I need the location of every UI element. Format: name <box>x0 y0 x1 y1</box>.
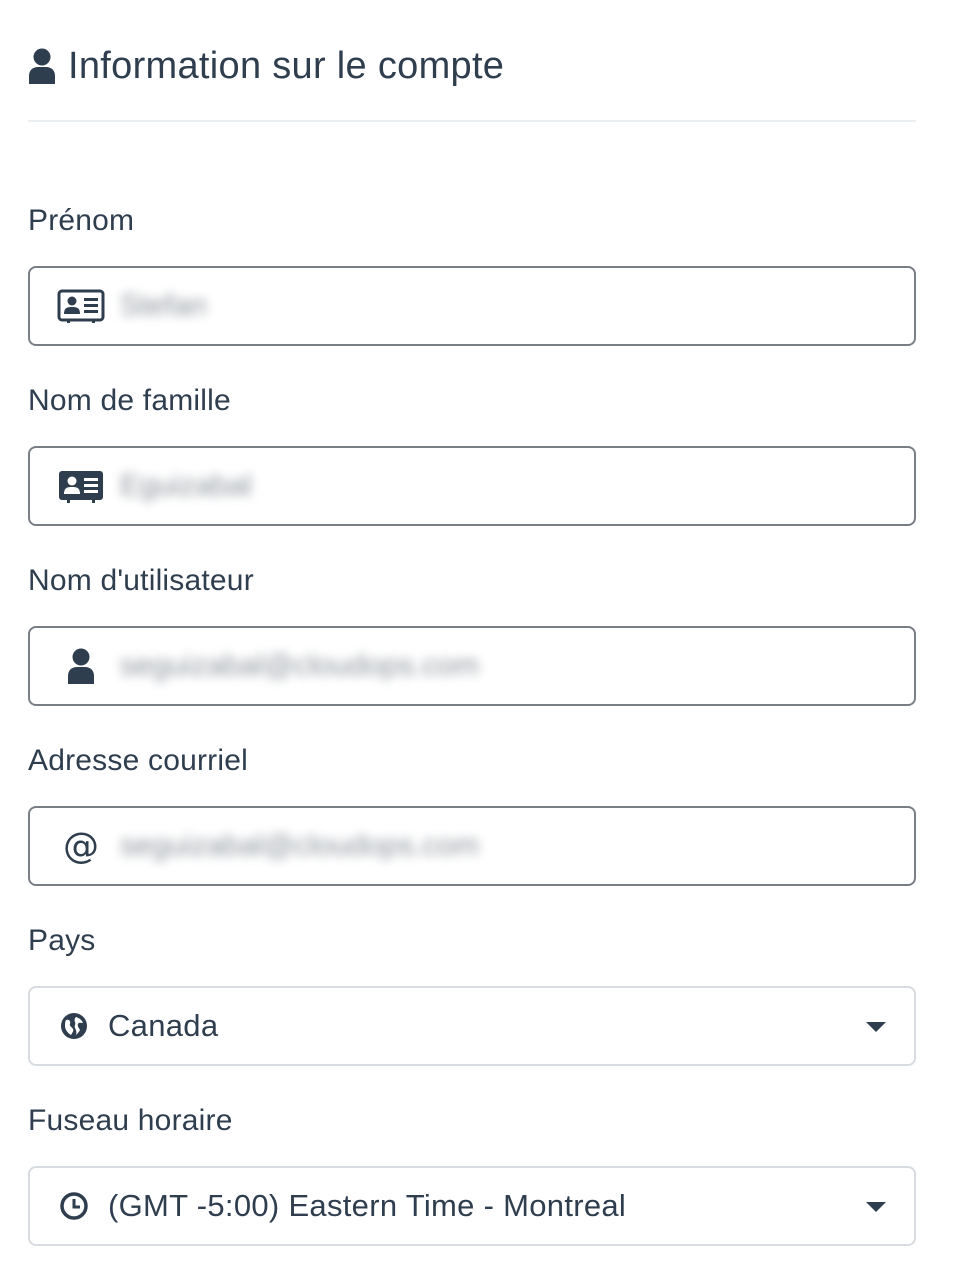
first-name-field[interactable]: Stefan <box>28 266 916 346</box>
username-field[interactable]: seguizabal@cloudops.com <box>28 626 916 706</box>
section-header: Information sur le compte <box>28 36 916 96</box>
username-label: Nom d'utilisateur <box>28 564 254 597</box>
last-name-field[interactable]: Eguizabal <box>28 446 916 526</box>
email-value: seguizabal@cloudops.com <box>120 829 479 862</box>
chevron-down-icon[interactable] <box>866 1202 886 1212</box>
timezone-label: Fuseau horaire <box>28 1104 233 1137</box>
user-icon <box>28 46 58 86</box>
email-field[interactable]: @ seguizabal@cloudops.com <box>28 806 916 886</box>
account-info-panel: Information sur le compte Prénom Stefan … <box>0 0 958 1288</box>
username-value: seguizabal@cloudops.com <box>120 649 479 682</box>
clock-icon <box>58 1192 90 1220</box>
chevron-down-icon[interactable] <box>866 1022 886 1032</box>
country-label: Pays <box>28 924 96 957</box>
country-select[interactable]: Canada <box>28 986 916 1066</box>
at-icon: @ <box>63 825 99 867</box>
timezone-value: (GMT -5:00) Eastern Time - Montreal <box>108 1188 627 1223</box>
id-card-outline-icon <box>56 288 106 324</box>
first-name-label: Prénom <box>28 204 135 237</box>
header-divider <box>28 120 916 122</box>
user-icon <box>56 648 106 684</box>
last-name-value: Eguizabal <box>120 469 252 502</box>
timezone-select[interactable]: (GMT -5:00) Eastern Time - Montreal <box>28 1166 916 1246</box>
email-label: Adresse courriel <box>28 744 248 777</box>
last-name-label: Nom de famille <box>28 384 231 417</box>
globe-icon <box>58 1012 90 1040</box>
id-card-icon <box>56 468 106 504</box>
country-value: Canada <box>108 1008 219 1043</box>
first-name-value: Stefan <box>120 289 207 322</box>
page-title: Information sur le compte <box>68 44 505 87</box>
